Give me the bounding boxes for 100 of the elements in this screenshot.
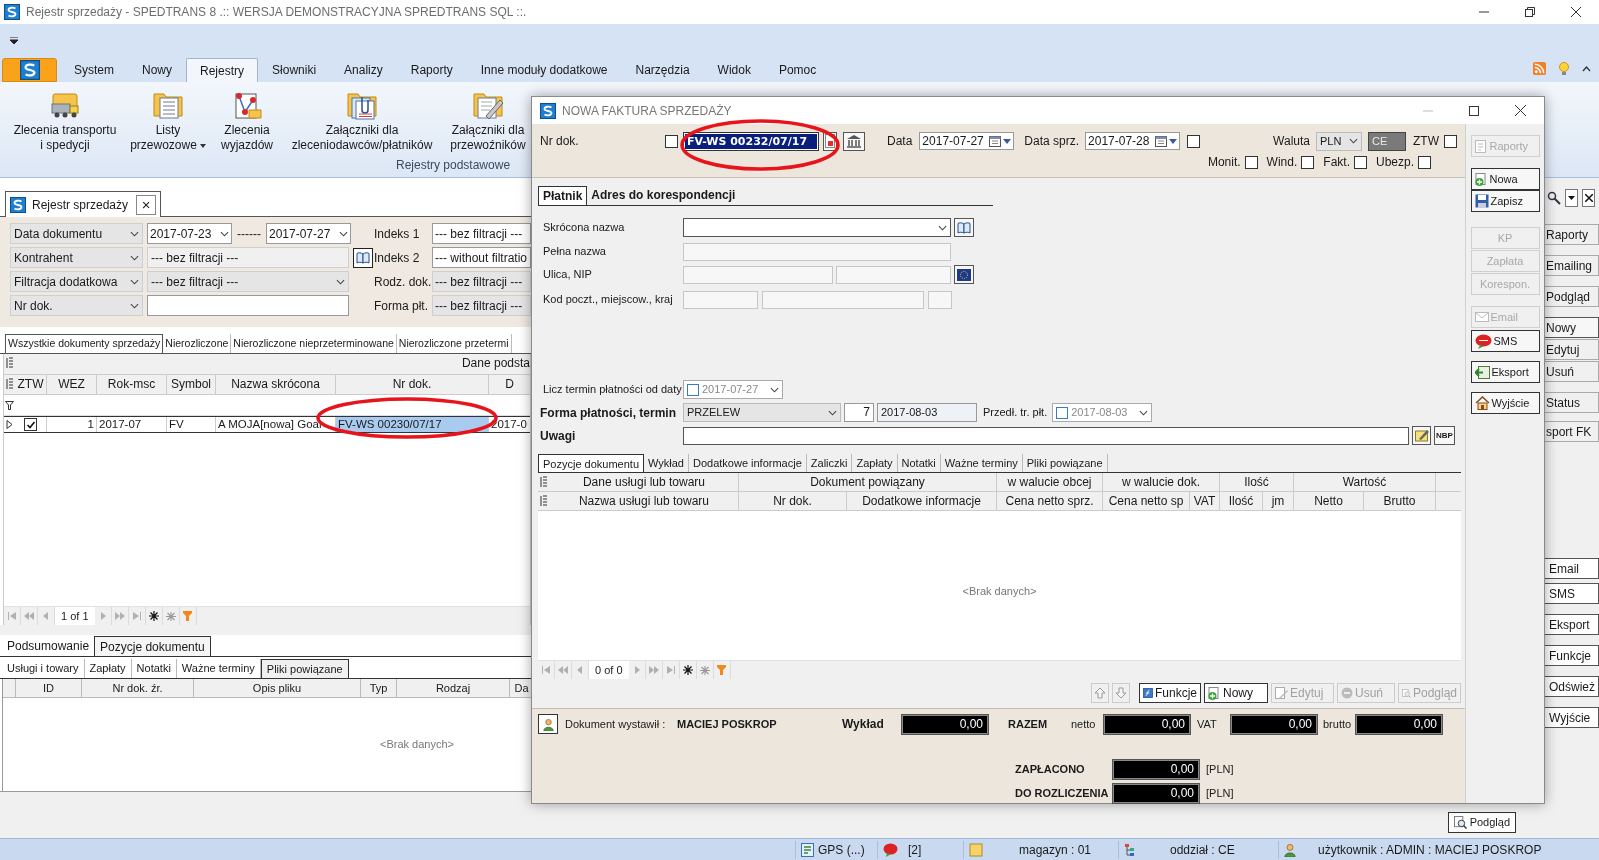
bank-button[interactable] [843,131,865,151]
checkbox[interactable] [1056,406,1069,419]
input-field[interactable] [762,290,924,309]
checkbox[interactable] [1418,155,1431,169]
remarks-field[interactable] [683,426,1409,445]
ribbon-tab[interactable]: Raporty [396,58,467,82]
action-button[interactable]: Eksport [1470,361,1540,383]
side-button[interactable]: SMS [1545,583,1599,604]
register-tab[interactable]: Nierozliczone przetermi [396,334,512,353]
input-field[interactable] [147,295,349,316]
column-header[interactable]: Nazwa skrócona [216,375,336,394]
band-header[interactable]: Wartość [1294,473,1436,492]
column-header[interactable]: ZTW [15,375,47,394]
close-button[interactable] [1582,189,1595,207]
input-field[interactable] [683,290,758,309]
table-cell[interactable]: 2017-07 [97,417,167,432]
detail-subtab[interactable]: Pliki powiązane [260,659,349,678]
side-button[interactable]: Eksport [1545,614,1599,635]
action-button[interactable]: SMS [1470,330,1540,352]
lookup-field[interactable]: --- bez filtracji --- [147,247,349,268]
item-tab[interactable]: Ważne terminy [940,454,1023,473]
checkbox[interactable] [1187,134,1201,148]
action-button[interactable]: Wyjście [1470,392,1540,414]
preview-button[interactable]: Podgląd [1447,812,1516,833]
date-field[interactable]: 2017-07-27 [919,132,1015,150]
side-button[interactable]: sport FK [1545,421,1599,442]
ribbon-button[interactable]: Załączniki dla przewoźników [446,88,530,153]
dropdown-button[interactable] [1565,189,1578,207]
date-field[interactable]: 2017-07-28 [1085,132,1181,150]
dropdown-field[interactable] [683,218,951,238]
input-field[interactable] [836,265,951,284]
filter-selector[interactable]: Filtracja dodatkowa [10,271,143,292]
register-tab[interactable]: Wszystkie dokumenty sprzedaży [5,334,164,353]
ribbon-tab[interactable]: System [60,58,128,82]
date-field[interactable]: 2017-07-27 [683,380,783,400]
column-header[interactable]: Nr dok. [739,492,847,511]
item-tab[interactable]: Pozycje dokumentu [538,454,644,473]
column-header[interactable]: Nr dok. [336,375,489,394]
date-field[interactable]: 2017-08-03 [1052,403,1153,423]
column-header[interactable]: jm [1263,492,1294,511]
action-button[interactable]: Zapisz [1470,190,1540,212]
checkbox[interactable] [24,418,37,431]
checkbox[interactable] [1353,155,1367,169]
item-tab[interactable]: Zaliczki [806,454,853,473]
vies-button[interactable] [954,265,974,285]
ribbon-button[interactable]: Zlecenia wyjazdów [216,88,278,153]
checkbox[interactable] [1301,155,1315,169]
ribbon-tab[interactable]: Rejestry [186,58,259,82]
column-header[interactable]: Ilość [1220,492,1263,511]
action-button[interactable]: Nowa [1470,168,1540,190]
column-header[interactable]: Nr dok. źr. [81,679,193,697]
document-number-field[interactable]: FV-WS 00232/07/17 [683,131,819,151]
side-button[interactable]: Status [1545,392,1599,413]
detail-tab[interactable]: Podsumowanie [2,636,95,656]
band-header[interactable]: w walucie obcej [997,473,1103,492]
table-cell[interactable]: FV [167,417,216,432]
party-tab[interactable]: Płatnik [538,185,588,205]
close-tab-button[interactable]: × [136,194,157,215]
side-button[interactable]: Raporty [1545,224,1599,245]
ribbon-button[interactable]: Listy przewozowe [126,88,210,153]
ribbon-tab[interactable]: Inne moduły dodatkowe [466,58,622,82]
column-header[interactable]: Nazwa usługi lub towaru [550,492,739,511]
band-header[interactable]: w walucie dok. [1103,473,1220,492]
column-header[interactable]: Typ [360,679,396,697]
table-cell[interactable]: FV-WS 00230/07/17 [336,417,489,432]
ribbon-button[interactable]: Zlecenia transportu i spedycji [8,88,122,153]
band-header[interactable]: Ilość [1220,473,1294,492]
date-field[interactable]: 2017-08-03 [877,403,977,423]
column-header[interactable]: Netto [1294,492,1364,511]
column-header[interactable]: Dodatkowe informacje [847,492,997,511]
ribbon-tab[interactable]: Pomoc [764,58,831,82]
register-tab[interactable]: Nierozliczone nieprzeterminowane [231,334,397,353]
column-header[interactable]: Brutto [1364,492,1436,511]
lookup-button[interactable] [353,247,373,268]
toolbar-button[interactable]: Funkcje [1139,683,1201,704]
side-button[interactable]: Email [1545,558,1599,579]
detail-subtab[interactable]: Zapłaty [84,659,132,678]
column-header[interactable]: ID [15,679,81,697]
side-button[interactable]: Wyjście [1545,707,1599,728]
register-tab[interactable]: Nierozliczone [163,334,232,353]
party-tab[interactable]: Adres do korespondencji [587,185,740,205]
column-header[interactable]: Cena netto sp [1103,492,1190,511]
item-tab[interactable]: Zapłaty [852,454,898,473]
input-field[interactable] [928,290,952,309]
edit-note-button[interactable] [1412,426,1431,446]
move-up-button[interactable] [1091,683,1109,704]
checkbox[interactable] [1244,155,1258,169]
filter-selector[interactable]: Kontrahent [10,247,143,268]
detail-tab[interactable]: Pozycje dokumentu [94,636,211,656]
side-button[interactable]: Nowy [1545,317,1599,338]
column-header[interactable]: Rodzaj [396,679,509,697]
lookup-button[interactable] [954,218,974,238]
item-tab[interactable]: Dodatkowe informacje [688,454,807,473]
side-button[interactable]: Funkcje [1545,645,1599,666]
detail-subtab[interactable]: Ważne terminy [176,659,261,678]
item-tab[interactable]: Notatki [897,454,941,473]
document-tab[interactable]: Rejestr sprzedaży × [5,191,162,217]
table-cell[interactable]: 1 [47,417,97,432]
column-header[interactable]: Cena netto sprz. [997,492,1103,511]
input-field[interactable] [683,265,833,284]
